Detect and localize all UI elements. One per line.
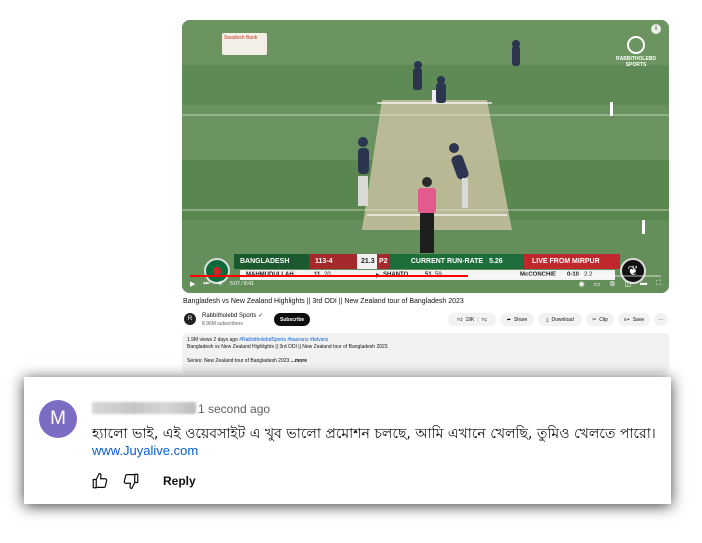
- sponsor-logo: Swadesh Bank: [222, 33, 267, 55]
- reply-button[interactable]: Reply: [163, 474, 196, 488]
- sponsor-logo-text: Swadesh Bank: [224, 35, 258, 41]
- player-controls: ▶ ⏭ 🔊︎ 5:07 / 8:41 ◉ ▭ ⚙ ◫ ▬ ⛶: [190, 279, 661, 289]
- comment-card: M 1 second ago হ্যালো ভাই, এই ওয়েবসাইট …: [24, 377, 671, 504]
- description-box[interactable]: 1.9M views 2 days ago #RabbitholebdSport…: [182, 333, 669, 373]
- captions-icon[interactable]: ▭: [594, 280, 601, 288]
- watermark-logo-icon: [627, 36, 645, 54]
- watermark-text: RABBITHOLEBD SPORTS: [616, 56, 656, 68]
- description-series: Series: New Zealand tour of Bangladesh 2…: [187, 358, 290, 364]
- more-actions-button[interactable]: ⋯: [654, 313, 668, 326]
- thumbs-up-icon[interactable]: 👍︎: [457, 317, 462, 323]
- run-rate-label: CURRENT RUN-RATE: [410, 258, 484, 265]
- video-title: Bangladesh vs New Zealand Highlights || …: [183, 298, 464, 305]
- run-rate-value: 5.26: [489, 258, 503, 265]
- progress-bar[interactable]: [190, 275, 661, 277]
- clip-icon: ✂: [592, 316, 597, 323]
- save-button[interactable]: ≡+ Save: [618, 313, 650, 326]
- theater-icon[interactable]: ▬: [640, 280, 647, 288]
- channel-name-text[interactable]: Rabbitholebd Sports: [202, 313, 256, 319]
- autoplay-toggle-icon[interactable]: ◉: [578, 280, 584, 288]
- scorecard: BANGLADESH 113-4 21.3 P2 CURRENT RUN-RAT…: [234, 254, 620, 269]
- powerplay: P2: [377, 254, 390, 269]
- like-count: 19K: [465, 316, 475, 323]
- commenter-username-blurred[interactable]: [92, 402, 196, 414]
- clip-label: Clip: [599, 316, 608, 323]
- description-series-line: Series: New Zealand tour of Bangladesh 2…: [187, 358, 664, 365]
- next-icon[interactable]: ⏭: [203, 280, 209, 288]
- channel-name[interactable]: Rabbitholebd Sports ✓: [202, 312, 263, 319]
- time-display: 5:07 / 8:41: [230, 281, 254, 287]
- commenter-avatar[interactable]: M: [39, 400, 77, 438]
- comment-like-icon[interactable]: [91, 472, 109, 490]
- fullscreen-icon[interactable]: ⛶: [656, 280, 661, 288]
- verified-check-icon: ✓: [258, 313, 264, 319]
- cricket-field-frame: [182, 20, 669, 293]
- clip-button[interactable]: ✂ Clip: [586, 313, 614, 326]
- like-dislike-group[interactable]: 👍︎ 19K | 👎︎: [448, 313, 496, 326]
- share-icon: ➦: [506, 316, 511, 323]
- download-button[interactable]: ⤓ Download: [538, 313, 582, 326]
- share-label: Share: [513, 316, 528, 323]
- view-stats: 1.9M views 2 days ago: [187, 337, 238, 343]
- volume-icon[interactable]: 🔊︎: [218, 280, 222, 288]
- download-label: Download: [551, 316, 574, 323]
- save-playlist-icon: ≡+: [623, 316, 630, 323]
- subscribe-button[interactable]: Subscribe: [274, 313, 311, 326]
- description-tags[interactable]: #RabbitholebdSports #bazvsnz #bdvsnz: [239, 337, 328, 343]
- show-more-link[interactable]: ...more: [291, 358, 307, 364]
- settings-gear-icon[interactable]: ⚙: [609, 280, 615, 288]
- description-stats-line: 1.9M views 2 days ago #RabbitholebdSport…: [187, 337, 664, 344]
- save-label: Save: [632, 316, 645, 323]
- play-icon[interactable]: ▶: [190, 280, 195, 288]
- more-horizontal-icon: ⋯: [658, 316, 664, 323]
- comment-link[interactable]: www.Juyalive.com: [92, 443, 198, 458]
- channel-watermark: RABBITHOLEBD SPORTS: [613, 36, 659, 68]
- team-score: 113-4: [309, 254, 357, 269]
- comment-timestamp[interactable]: 1 second ago: [198, 402, 270, 416]
- overs: 21.3: [357, 254, 377, 269]
- share-button[interactable]: ➦ Share: [500, 313, 534, 326]
- channel-avatar[interactable]: R: [184, 313, 196, 325]
- progress-fill: [190, 275, 468, 277]
- run-rate: CURRENT RUN-RATE 5.26: [389, 254, 524, 269]
- comment-dislike-icon[interactable]: [122, 472, 140, 490]
- subscriber-count: 8.96M subscribers: [202, 321, 243, 327]
- team-name: BANGLADESH: [234, 254, 309, 269]
- live-location: LIVE FROM MIRPUR: [524, 254, 620, 269]
- video-player[interactable]: Swadesh Bank RABBITHOLEBD SPORTS i BANGL…: [182, 20, 669, 293]
- info-icon[interactable]: i: [651, 24, 661, 34]
- thumbs-down-icon[interactable]: 👎︎: [482, 317, 487, 323]
- miniplayer-icon[interactable]: ◫: [624, 280, 631, 288]
- description-line: Bangladesh vs New Zealand Highlights || …: [187, 344, 388, 350]
- download-icon: ⤓: [546, 316, 549, 323]
